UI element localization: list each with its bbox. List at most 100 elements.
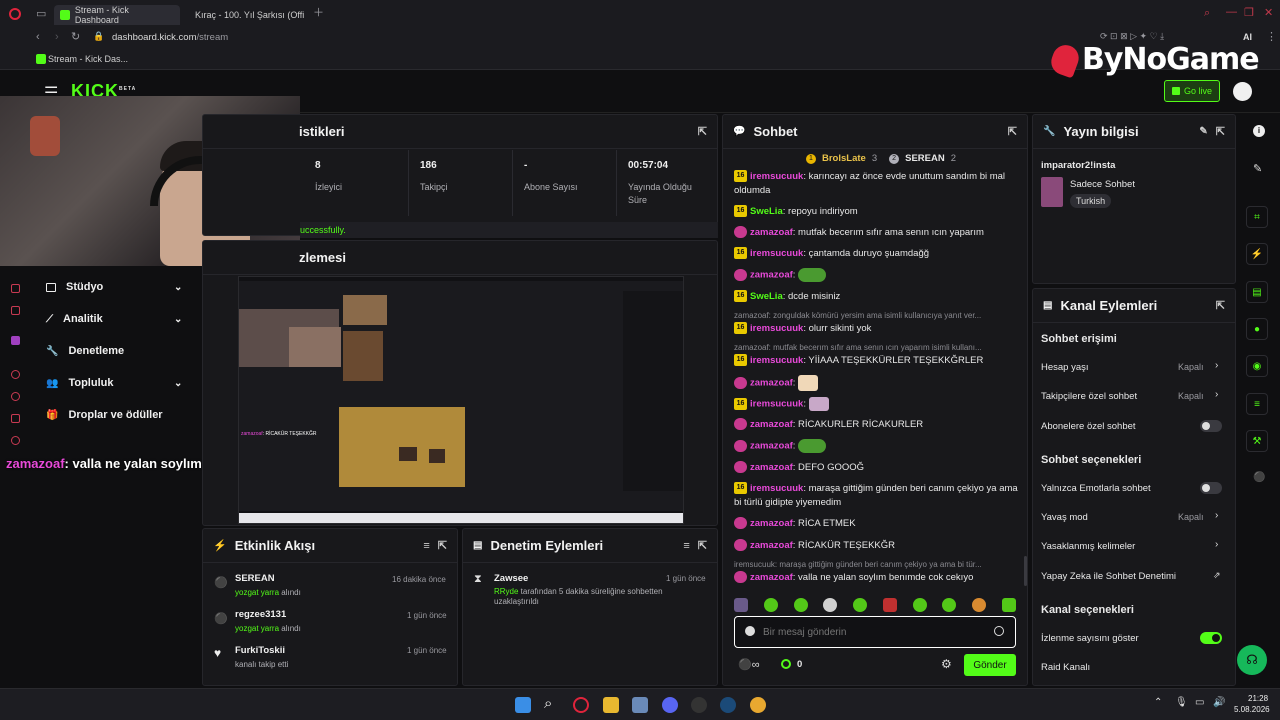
menu-dots-icon[interactable]: ⋮: [1266, 32, 1277, 43]
emote-icon[interactable]: [912, 598, 927, 612]
popout-icon[interactable]: ⇱: [438, 539, 447, 552]
chevron-right-icon[interactable]: ›: [1215, 539, 1218, 550]
sidebar-item-studio[interactable]: Stüdyo ⌄: [46, 281, 186, 293]
windows-start-icon[interactable]: [515, 697, 531, 713]
emote-icon[interactable]: [734, 598, 748, 612]
popout-icon[interactable]: ⇱: [698, 125, 707, 138]
url-field[interactable]: dashboard.kick.com/stream: [112, 32, 228, 43]
kicks-icon[interactable]: ⚫∞: [738, 658, 760, 671]
wrench-icon[interactable]: ⚒: [1246, 430, 1268, 452]
tab-kick-dashboard[interactable]: Stream - Kick Dashboard: [54, 5, 180, 25]
emote-icon[interactable]: [793, 598, 808, 612]
maximize-icon[interactable]: ❐: [1244, 8, 1254, 19]
opera-logo-icon[interactable]: [9, 8, 21, 20]
extensions-icon[interactable]: ⟳ ⊡ ⊠ ▷ ✦ ♡ ⤓: [1100, 32, 1164, 41]
emote-icon[interactable]: [972, 598, 987, 612]
rail-icon-2[interactable]: [11, 306, 20, 315]
twitch-icon[interactable]: [11, 336, 20, 345]
sidebar-item-drops[interactable]: 🎁 Droplar ve ödüller: [46, 409, 186, 421]
clock-date[interactable]: 5.08.2026: [1234, 705, 1270, 714]
file-explorer-icon[interactable]: [603, 697, 619, 713]
close-icon[interactable]: ✕: [1264, 8, 1273, 19]
chevron-right-icon[interactable]: ›: [1215, 389, 1218, 400]
lightning-icon[interactable]: ⚡: [1246, 243, 1268, 265]
minimize-icon[interactable]: —: [1226, 7, 1237, 18]
settings-icon[interactable]: [11, 436, 20, 445]
search-icon[interactable]: ⌕: [544, 695, 552, 712]
network-icon[interactable]: ▭: [1195, 697, 1204, 708]
tab-youtube[interactable]: Kıraç - 100. Yıl Şarkısı (Offi: [184, 5, 308, 25]
emote-icon[interactable]: [1001, 598, 1016, 612]
broadcast-icon[interactable]: ◉: [1246, 355, 1268, 377]
tray-chevron-icon[interactable]: ⌃: [1154, 697, 1162, 708]
avatar[interactable]: [1233, 82, 1252, 101]
info-icon[interactable]: i: [1253, 125, 1265, 137]
activity-name[interactable]: regzee3131: [235, 609, 286, 620]
emote-only-toggle[interactable]: [1200, 482, 1222, 494]
steam-icon[interactable]: [720, 697, 736, 713]
chevron-right-icon[interactable]: ›: [1215, 360, 1218, 371]
reload-icon[interactable]: ↻: [71, 32, 80, 43]
chat-scrollbar[interactable]: [1024, 556, 1027, 586]
bookmark-kick[interactable]: Stream - Kick Das...: [48, 54, 128, 64]
category-name[interactable]: Sadece Sohbet: [1070, 179, 1135, 190]
filter-icon[interactable]: ≡: [423, 540, 429, 552]
new-tab-icon[interactable]: ＋: [313, 8, 324, 19]
rail-icon-4[interactable]: [11, 392, 20, 401]
smiley-icon[interactable]: [994, 626, 1004, 636]
back-icon[interactable]: ‹: [36, 32, 40, 43]
rail-icon-3[interactable]: [11, 370, 20, 379]
scan-icon[interactable]: ⌗: [1246, 206, 1268, 228]
emote-picker-icon[interactable]: [745, 626, 755, 636]
microphone-icon[interactable]: 🎙: [1175, 697, 1188, 708]
chat-input-box[interactable]: [734, 616, 1016, 648]
ai-button[interactable]: AI: [1243, 32, 1252, 42]
search-tabs-icon[interactable]: ⌕: [1204, 8, 1210, 19]
support-button-icon[interactable]: ☊: [1237, 645, 1267, 675]
chevron-right-icon[interactable]: ›: [1215, 510, 1218, 521]
activity-name[interactable]: FurkiToskii: [235, 645, 285, 656]
go-live-button[interactable]: Go live: [1164, 80, 1220, 102]
pencil-icon[interactable]: ✎: [1253, 162, 1262, 175]
forward-icon[interactable]: ›: [55, 32, 59, 43]
sidebar-item-moderation[interactable]: 🔧 Denetleme: [46, 345, 186, 357]
stream-preview[interactable]: zamazoaf: RİCAKÜR TEŞEKKĞR: [238, 276, 684, 524]
external-link-icon[interactable]: ⇗: [1213, 570, 1221, 581]
popout-icon[interactable]: ⇱: [1216, 299, 1225, 312]
document-icon[interactable]: ▤: [1246, 281, 1268, 303]
emote-icon[interactable]: [763, 598, 778, 612]
app-icon-2[interactable]: [691, 697, 707, 713]
clock-time[interactable]: 21:28: [1248, 694, 1268, 703]
app-icon-1[interactable]: [632, 697, 648, 713]
popout-icon[interactable]: ⇱: [1216, 125, 1225, 138]
emote-icon[interactable]: [942, 598, 957, 612]
emote-icon[interactable]: [853, 598, 868, 612]
kicks-icon[interactable]: ⚫: [1253, 472, 1265, 483]
sidebar-item-analytics[interactable]: ⟋ Analitik ⌄: [46, 313, 186, 325]
tab-overview-icon[interactable]: ▭: [36, 9, 46, 20]
app-icon-3[interactable]: [750, 697, 766, 713]
points-value[interactable]: 0: [797, 659, 802, 670]
send-button[interactable]: Gönder: [964, 654, 1016, 676]
emote-icon[interactable]: [823, 598, 838, 612]
filter-icon[interactable]: ≡: [683, 540, 689, 552]
chat-settings-icon[interactable]: ⚙: [941, 657, 952, 671]
subscribers-only-toggle[interactable]: [1200, 420, 1222, 432]
top-gifter-name[interactable]: SEREAN: [905, 153, 945, 164]
moderation-name[interactable]: Zawsee: [494, 573, 528, 584]
volume-icon[interactable]: 🔊: [1213, 697, 1225, 708]
emote-icon[interactable]: [882, 598, 897, 612]
activity-name[interactable]: SEREAN: [235, 573, 275, 584]
popout-icon[interactable]: ⇱: [698, 539, 707, 552]
rail-icon-5[interactable]: [11, 414, 20, 423]
popout-icon[interactable]: ⇱: [1008, 125, 1017, 138]
discord-icon[interactable]: [662, 697, 678, 713]
list-icon[interactable]: ≡: [1246, 393, 1268, 415]
rail-icon-1[interactable]: [11, 284, 20, 293]
show-viewer-count-toggle[interactable]: [1200, 632, 1222, 644]
edit-icon[interactable]: ✎: [1199, 126, 1207, 137]
sidebar-item-community[interactable]: 👥 Topluluk ⌄: [46, 377, 186, 389]
chat-bubble-icon[interactable]: ●: [1246, 318, 1268, 340]
chat-input[interactable]: [763, 624, 983, 640]
opera-taskbar-icon[interactable]: [573, 697, 589, 713]
